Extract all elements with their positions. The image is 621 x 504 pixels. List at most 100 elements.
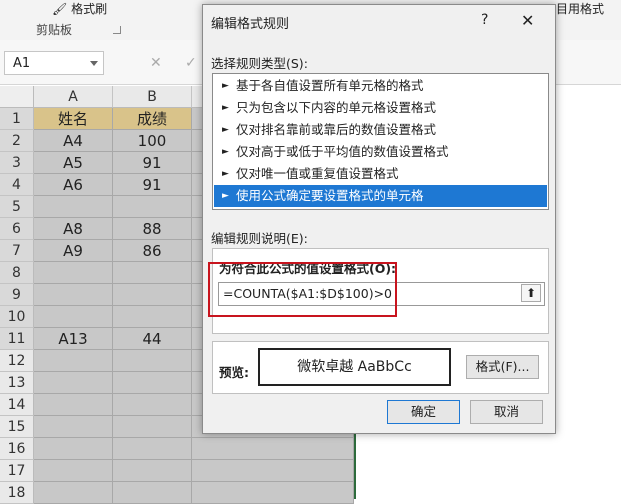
cell-a[interactable] bbox=[34, 438, 113, 460]
cancel-button[interactable]: 取消 bbox=[470, 400, 543, 424]
help-button[interactable]: ? bbox=[481, 12, 488, 28]
cell-c[interactable] bbox=[192, 482, 354, 504]
rule-type-label: 仅对唯一值或重复值设置格式 bbox=[236, 166, 399, 181]
row-header[interactable]: 5 bbox=[0, 196, 34, 218]
cell-b[interactable] bbox=[113, 284, 192, 306]
rule-type-item[interactable]: ► 仅对高于或低于平均值的数值设置格式 bbox=[214, 141, 547, 163]
dialog-title: 编辑格式规则 bbox=[211, 17, 290, 32]
cell-c[interactable] bbox=[192, 460, 354, 482]
row-header[interactable]: 13 bbox=[0, 372, 34, 394]
row-header[interactable]: 12 bbox=[0, 350, 34, 372]
triangle-right-icon: ► bbox=[222, 81, 229, 91]
cancel-entry-icon[interactable]: ✕ bbox=[150, 55, 162, 71]
cell-a[interactable]: A8 bbox=[34, 218, 113, 240]
name-box[interactable]: A1 bbox=[4, 51, 104, 75]
rule-type-label: 基于各自值设置所有单元格的格式 bbox=[236, 78, 424, 93]
cell-a[interactable] bbox=[34, 306, 113, 328]
cell-b[interactable] bbox=[113, 372, 192, 394]
row-header[interactable]: 7 bbox=[0, 240, 34, 262]
cell-b[interactable] bbox=[113, 460, 192, 482]
cell-a[interactable]: A5 bbox=[34, 152, 113, 174]
confirm-entry-icon[interactable]: ✓ bbox=[185, 55, 197, 71]
row-header[interactable]: 15 bbox=[0, 416, 34, 438]
cell-a[interactable] bbox=[34, 460, 113, 482]
cell-b[interactable]: 91 bbox=[113, 174, 192, 196]
column-header-b[interactable]: B bbox=[113, 86, 192, 108]
cell-a[interactable]: A6 bbox=[34, 174, 113, 196]
cell-b[interactable] bbox=[113, 350, 192, 372]
rule-type-item[interactable]: ► 基于各自值设置所有单元格的格式 bbox=[214, 75, 547, 97]
row-header[interactable]: 16 bbox=[0, 438, 34, 460]
format-painter-button[interactable]: 🖌 格式刷 bbox=[52, 0, 107, 17]
cell-a[interactable] bbox=[34, 196, 113, 218]
cell-b[interactable] bbox=[113, 306, 192, 328]
cell-b[interactable]: 91 bbox=[113, 152, 192, 174]
rule-type-label: 仅对高于或低于平均值的数值设置格式 bbox=[236, 144, 449, 159]
rule-type-label: 只为包含以下内容的单元格设置格式 bbox=[236, 100, 437, 115]
name-box-value: A1 bbox=[13, 56, 31, 71]
row-header[interactable]: 2 bbox=[0, 130, 34, 152]
rule-type-item[interactable]: ► 只为包含以下内容的单元格设置格式 bbox=[214, 97, 547, 119]
row-header[interactable]: 14 bbox=[0, 394, 34, 416]
close-button[interactable]: ✕ bbox=[521, 11, 534, 30]
triangle-right-icon: ► bbox=[222, 103, 229, 113]
row-header[interactable]: 1 bbox=[0, 108, 34, 130]
collapse-dialog-button[interactable]: ⬆ bbox=[521, 284, 541, 302]
cell-b[interactable] bbox=[113, 438, 192, 460]
cell-b[interactable]: 44 bbox=[113, 328, 192, 350]
cell-b[interactable]: 86 bbox=[113, 240, 192, 262]
cell-a[interactable]: A13 bbox=[34, 328, 113, 350]
row-header[interactable]: 3 bbox=[0, 152, 34, 174]
triangle-right-icon: ► bbox=[222, 147, 229, 157]
cell-b[interactable] bbox=[113, 394, 192, 416]
format-button[interactable]: 格式(F)... bbox=[466, 355, 539, 379]
row-header[interactable]: 18 bbox=[0, 482, 34, 504]
rule-type-label: 选择规则类型(S): bbox=[211, 56, 308, 71]
cell-b[interactable]: 88 bbox=[113, 218, 192, 240]
cell-b[interactable] bbox=[113, 482, 192, 504]
row-header[interactable]: 17 bbox=[0, 460, 34, 482]
cell-a[interactable] bbox=[34, 394, 113, 416]
select-all-corner[interactable] bbox=[0, 86, 34, 108]
cell-a[interactable] bbox=[34, 284, 113, 306]
row-header[interactable]: 9 bbox=[0, 284, 34, 306]
cell-a[interactable]: 姓名 bbox=[34, 108, 113, 130]
cell-a[interactable] bbox=[34, 416, 113, 438]
row-header[interactable]: 6 bbox=[0, 218, 34, 240]
cell-a[interactable] bbox=[34, 262, 113, 284]
ribbon-right-label[interactable]: 目用格式 bbox=[556, 0, 604, 17]
preview-label: 预览: bbox=[219, 365, 249, 380]
column-header-a[interactable]: A bbox=[34, 86, 113, 108]
cell-b[interactable]: 成绩 bbox=[113, 108, 192, 130]
cell-b[interactable] bbox=[113, 196, 192, 218]
cell-b[interactable]: 100 bbox=[113, 130, 192, 152]
cell-a[interactable]: A4 bbox=[34, 130, 113, 152]
row-header[interactable]: 10 bbox=[0, 306, 34, 328]
triangle-right-icon: ► bbox=[222, 125, 229, 135]
preview-sample: 微软卓越 AaBbCc bbox=[258, 348, 451, 386]
rule-type-item[interactable]: ► 仅对排名靠前或靠后的数值设置格式 bbox=[214, 119, 547, 141]
dialog-launcher-icon[interactable] bbox=[113, 26, 121, 34]
paintbrush-icon: 🖌 bbox=[52, 2, 68, 16]
chevron-down-icon[interactable] bbox=[90, 61, 98, 66]
cell-a[interactable] bbox=[34, 482, 113, 504]
edit-format-rule-dialog: 编辑格式规则 ? ✕ 选择规则类型(S): ► 基于各自值设置所有单元格的格式 ► 只… bbox=[202, 4, 556, 434]
cell-a[interactable]: A9 bbox=[34, 240, 113, 262]
triangle-right-icon: ► bbox=[222, 169, 229, 179]
rule-type-label: 使用公式确定要设置格式的单元格 bbox=[236, 188, 424, 203]
rule-description-label: 编辑规则说明(E): bbox=[211, 231, 308, 246]
rule-type-item[interactable]: ► 仅对唯一值或重复值设置格式 bbox=[214, 163, 547, 185]
cell-c[interactable] bbox=[192, 438, 354, 460]
rule-type-item[interactable]: ► 使用公式确定要设置格式的单元格 bbox=[214, 185, 547, 207]
row-header[interactable]: 8 bbox=[0, 262, 34, 284]
cell-b[interactable] bbox=[113, 416, 192, 438]
highlight-box bbox=[208, 262, 397, 317]
rule-type-list[interactable]: ► 基于各自值设置所有单元格的格式 ► 只为包含以下内容的单元格设置格式 ► 仅对排名靠前… bbox=[212, 73, 549, 210]
rule-type-label: 仅对排名靠前或靠后的数值设置格式 bbox=[236, 122, 437, 137]
cell-a[interactable] bbox=[34, 350, 113, 372]
row-header[interactable]: 4 bbox=[0, 174, 34, 196]
ok-button[interactable]: 确定 bbox=[387, 400, 460, 424]
cell-b[interactable] bbox=[113, 262, 192, 284]
cell-a[interactable] bbox=[34, 372, 113, 394]
row-header[interactable]: 11 bbox=[0, 328, 34, 350]
